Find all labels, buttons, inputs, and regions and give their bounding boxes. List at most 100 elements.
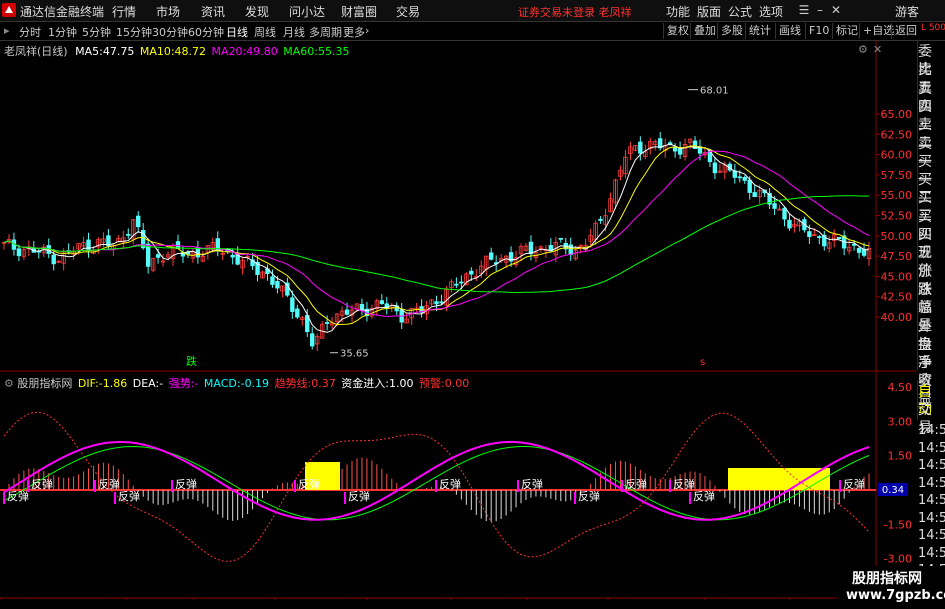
candle-body	[782, 207, 787, 220]
candle-body	[434, 301, 439, 305]
current-value-label: 0.34	[882, 485, 904, 496]
chevron-right-icon[interactable]: ›	[365, 24, 369, 37]
candle-body	[677, 148, 683, 155]
rebound-label: 反弹	[693, 489, 715, 503]
candle-body	[638, 141, 643, 154]
menu-function[interactable]: 功能	[666, 3, 690, 20]
period-tab-daily[interactable]: 日线	[226, 24, 248, 40]
candle-body	[16, 248, 22, 257]
candle-body	[459, 281, 464, 284]
menu-news[interactable]: 资讯	[201, 3, 225, 20]
period-tab-5min[interactable]: 5分钟	[82, 24, 111, 40]
x-axis-label: 6	[530, 599, 537, 600]
sidebar-level-label[interactable]: L 500	[920, 24, 945, 33]
button-fuquan[interactable]: 复权	[663, 23, 692, 39]
stock-name: 老凤祥(日线)	[4, 45, 68, 58]
menu-market[interactable]: 市场	[156, 3, 180, 20]
menu-ask[interactable]: 问小达	[289, 3, 325, 20]
chart-area[interactable]: 反弹 反弹 反弹 反弹 反弹 反弹 反弹 反弹 反弹 反弹 反弹 反弹 反弹 反弹 65.00 62.50 6…	[0, 40, 916, 600]
x-axis-label: 4	[370, 599, 377, 600]
menu-quotes[interactable]: 行情	[112, 3, 136, 20]
rebound-label: 反弹	[625, 477, 647, 491]
price-tick-label: 60.00	[881, 149, 913, 162]
candle-body	[270, 276, 275, 285]
candle-body	[230, 254, 235, 258]
period-tab-weekly[interactable]: 周线	[254, 24, 276, 40]
ind-tick-label: 3.00	[888, 415, 913, 428]
candle-body	[807, 231, 812, 238]
candle-body	[310, 333, 315, 347]
price-tick-label: 47.50	[881, 250, 913, 263]
rebound-label: 反弹	[175, 477, 197, 491]
minimize-icon[interactable]: –	[812, 2, 828, 18]
price-tick-label: 65.00	[881, 108, 913, 121]
rebound-label: 反弹	[31, 477, 53, 491]
settings-small-icon[interactable]: ⚙	[4, 377, 14, 390]
dif-value: -1.86	[98, 377, 128, 390]
gear-icon[interactable]: ⚙	[858, 43, 868, 56]
period-tab-fenshi[interactable]: 分时	[19, 24, 41, 40]
candle-body	[851, 243, 857, 246]
ma60-label: MA60:	[283, 45, 318, 58]
auto-trade-panel	[917, 380, 945, 420]
menu-discover[interactable]: 发现	[245, 3, 269, 20]
x-axis-label: 9	[793, 599, 800, 600]
dea-label: DEA:	[132, 377, 160, 390]
button-mark[interactable]: 标记	[832, 23, 861, 39]
candle-body	[558, 237, 563, 240]
menu-formula[interactable]: 公式	[728, 3, 752, 20]
candle-body	[324, 322, 330, 324]
button-stats[interactable]: 统计	[745, 23, 774, 39]
candle-body	[275, 280, 280, 289]
period-tab-60min[interactable]: 60分钟	[188, 24, 224, 40]
menu-layout[interactable]: 版面	[697, 3, 721, 20]
period-tab-30min[interactable]: 30分钟	[152, 24, 188, 40]
chart-canvas[interactable]: 反弹反弹 反弹反弹反弹 反弹反弹反弹 反弹反弹反弹 反弹反弹反弹 65.0062.506…	[0, 40, 916, 600]
time-label: 14:56	[918, 493, 945, 508]
price-tick-label: 45.00	[881, 270, 913, 283]
price-tick-label: 42.50	[881, 291, 913, 304]
period-tab-15min[interactable]: 15分钟	[116, 24, 152, 40]
menu-icon[interactable]: ☰	[796, 2, 812, 18]
candle-body	[772, 203, 777, 209]
time-label: 14:56	[918, 458, 945, 473]
rebound-label: 反弹	[298, 477, 320, 491]
rebound-label: 反弹	[98, 477, 120, 491]
period-tab-1min[interactable]: 1分钟	[48, 24, 77, 40]
button-f10[interactable]: F10	[805, 23, 832, 39]
rebound-label: 反弹	[673, 477, 695, 491]
close-icon[interactable]: ✕	[828, 2, 844, 18]
app-logo-icon	[2, 3, 16, 17]
macd-value: -0.19	[240, 377, 270, 390]
candle-body	[837, 236, 842, 240]
button-multi-stock[interactable]: 多股	[717, 23, 746, 39]
price-tick-label: 52.50	[881, 210, 913, 223]
menu-wealth[interactable]: 财富圈	[341, 3, 377, 20]
menu-trade[interactable]: 交易	[396, 3, 420, 20]
candle-body	[136, 215, 141, 228]
high-price-label: 68.01	[700, 86, 729, 97]
candle-body	[598, 218, 603, 221]
period-tab-monthly[interactable]: 月线	[283, 24, 305, 40]
menu-options[interactable]: 选项	[759, 3, 783, 20]
period-toolbar: ▸ 分时 1分钟 5分钟 15分钟 30分钟 60分钟 日线 周线 月线 多周期…	[0, 22, 945, 41]
ma10-label: MA10:	[139, 45, 175, 58]
button-back[interactable]: 返回	[891, 23, 920, 39]
warning-value: 0.00	[444, 377, 470, 390]
rebound-label: 反弹	[118, 489, 140, 503]
period-tab-more[interactable]: 更多	[343, 24, 365, 40]
button-overlay[interactable]: 叠加	[690, 23, 719, 39]
main-chart-info: 老凤祥(日线) MA5:47.75 MA10:48.72 MA20:49.80 …	[4, 43, 349, 59]
candle-body	[712, 162, 718, 174]
candle-body	[295, 308, 300, 318]
close-pane-icon[interactable]: ✕	[873, 43, 882, 56]
candle-body	[488, 252, 494, 260]
button-draw[interactable]: 画线	[775, 23, 804, 39]
candle-body	[126, 233, 131, 236]
guest-button[interactable]: 游客	[895, 3, 919, 20]
price-tick-label: 62.50	[881, 128, 913, 141]
candle-body	[817, 236, 822, 238]
period-tab-multi[interactable]: 多周期	[309, 24, 342, 40]
candle-body	[752, 192, 757, 198]
rebound-label: 反弹	[843, 477, 865, 491]
